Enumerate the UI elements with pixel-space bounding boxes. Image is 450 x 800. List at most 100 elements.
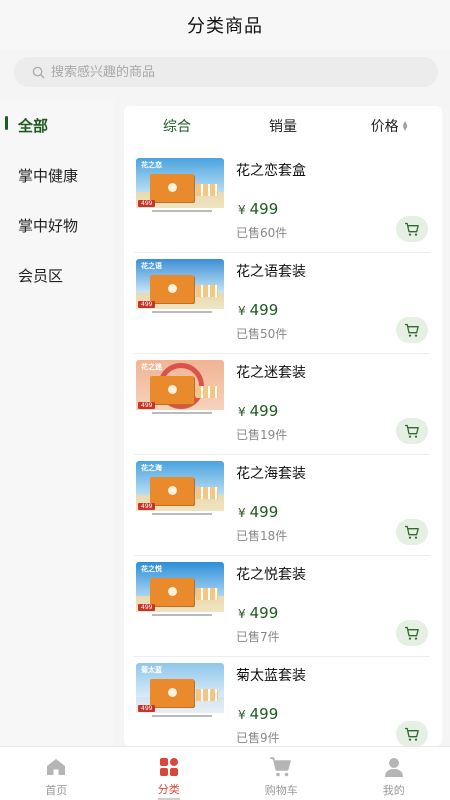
product-price: ¥499 bbox=[238, 301, 278, 319]
currency-symbol: ¥ bbox=[238, 708, 246, 722]
product-name[interactable]: 花之迷套装 bbox=[236, 362, 306, 382]
sidebar-item-label: 会员区 bbox=[18, 266, 64, 285]
product-price: ¥499 bbox=[238, 604, 278, 622]
product-image[interactable]: 花之迷 499 bbox=[136, 360, 224, 416]
thumb-brand: 花之海 bbox=[141, 464, 162, 472]
sold-count: 已售50件 bbox=[236, 327, 288, 341]
add-to-cart-button[interactable] bbox=[396, 418, 428, 444]
sold-count: 已售18件 bbox=[236, 529, 288, 543]
sidebar-item-goods[interactable]: 掌中好物 bbox=[0, 200, 114, 250]
product-price: ¥499 bbox=[238, 705, 278, 723]
thumb-brand: 花之恋 bbox=[141, 161, 162, 169]
product-name[interactable]: 花之悦套装 bbox=[236, 564, 306, 584]
tab-profile[interactable]: 我的 bbox=[338, 747, 450, 800]
sort-tab-overall[interactable]: 综合 bbox=[124, 116, 230, 136]
cart-icon bbox=[405, 626, 419, 640]
cart-icon bbox=[405, 323, 419, 337]
sort-tab-price[interactable]: 价格 ▲ ▼ bbox=[336, 116, 442, 136]
cart-icon bbox=[270, 757, 292, 777]
price-value: 499 bbox=[249, 402, 279, 420]
sort-tab-label: 价格 bbox=[370, 119, 399, 135]
sidebar-item-label: 全部 bbox=[18, 116, 49, 135]
tab-label: 首页 bbox=[45, 784, 68, 797]
cart-icon bbox=[405, 525, 419, 539]
sidebar-item-member[interactable]: 会员区 bbox=[0, 250, 114, 300]
cart-icon bbox=[405, 424, 419, 438]
product-item[interactable]: 花之恋 499 花之恋套盒 ¥499 已售60件 bbox=[134, 152, 430, 253]
add-to-cart-button[interactable] bbox=[396, 317, 428, 343]
product-list: 花之恋 499 花之恋套盒 ¥499 已售60件 花之语 499 花之语套装 ¥… bbox=[124, 152, 442, 746]
sidebar-item-label: 掌中好物 bbox=[18, 216, 79, 235]
product-price: ¥499 bbox=[238, 402, 278, 420]
search-input[interactable] bbox=[51, 64, 411, 80]
thumb-brand: 花之语 bbox=[141, 262, 162, 270]
user-icon bbox=[384, 758, 403, 777]
product-image[interactable]: 花之恋 499 bbox=[136, 158, 224, 214]
sidebar-item-label: 掌中健康 bbox=[18, 166, 79, 185]
sort-arrows-icon: ▲ ▼ bbox=[402, 120, 408, 132]
price-value: 499 bbox=[249, 604, 279, 622]
currency-symbol: ¥ bbox=[238, 304, 246, 318]
sort-tab-label: 销量 bbox=[269, 119, 297, 135]
product-price: ¥499 bbox=[238, 503, 278, 521]
currency-symbol: ¥ bbox=[238, 607, 246, 621]
product-name[interactable]: 花之恋套盒 bbox=[236, 160, 306, 180]
product-image[interactable]: 花之语 499 bbox=[136, 259, 224, 315]
tab-category[interactable]: 分类 bbox=[113, 747, 226, 800]
category-sidebar: 全部 掌中健康 掌中好物 会员区 bbox=[0, 100, 114, 746]
product-name[interactable]: 菊太蓝套装 bbox=[236, 665, 306, 685]
product-name[interactable]: 花之海套装 bbox=[236, 463, 306, 483]
thumb-price-tag: 499 bbox=[138, 402, 156, 409]
sidebar-item-health[interactable]: 掌中健康 bbox=[0, 150, 114, 200]
product-item[interactable]: 花之海 499 花之海套装 ¥499 已售18件 bbox=[134, 455, 430, 556]
tab-label: 我的 bbox=[382, 784, 405, 797]
tab-label: 分类 bbox=[157, 781, 180, 800]
tab-home[interactable]: 首页 bbox=[0, 747, 113, 800]
product-image[interactable]: 花之海 499 bbox=[136, 461, 224, 517]
tab-label: 购物车 bbox=[264, 784, 298, 797]
sort-tab-label: 综合 bbox=[163, 119, 191, 135]
search-bar[interactable] bbox=[14, 57, 438, 87]
thumb-price-tag: 499 bbox=[138, 301, 156, 308]
price-value: 499 bbox=[249, 705, 279, 723]
sort-bar: 综合 销量 价格 ▲ ▼ bbox=[124, 106, 442, 146]
currency-symbol: ¥ bbox=[238, 203, 246, 217]
cart-icon bbox=[405, 222, 419, 236]
search-icon bbox=[32, 66, 45, 78]
sold-count: 已售7件 bbox=[236, 630, 280, 644]
sold-count: 已售9件 bbox=[236, 731, 280, 745]
header-bar: 分类商品 bbox=[0, 0, 450, 50]
product-item[interactable]: 花之迷 499 花之迷套装 ¥499 已售19件 bbox=[134, 354, 430, 455]
thumb-price-tag: 499 bbox=[138, 604, 156, 611]
thumb-brand: 菊太蓝 bbox=[141, 666, 162, 674]
product-item[interactable]: 花之悦 499 花之悦套装 ¥499 已售7件 bbox=[134, 556, 430, 657]
sort-tab-sales[interactable]: 销量 bbox=[230, 116, 336, 136]
add-to-cart-button[interactable] bbox=[396, 216, 428, 242]
add-to-cart-button[interactable] bbox=[396, 620, 428, 646]
product-panel: 综合 销量 价格 ▲ ▼ 花之恋 499 花之恋套盒 ¥499 已售60件 花之… bbox=[124, 106, 442, 746]
thumb-price-tag: 499 bbox=[138, 503, 156, 510]
product-image[interactable]: 花之悦 499 bbox=[136, 562, 224, 618]
product-item[interactable]: 菊太蓝 499 菊太蓝套装 ¥499 已售9件 bbox=[134, 657, 430, 746]
home-icon bbox=[47, 759, 66, 775]
add-to-cart-button[interactable] bbox=[396, 519, 428, 545]
thumb-price-tag: 499 bbox=[138, 200, 156, 207]
price-value: 499 bbox=[249, 503, 279, 521]
tab-cart[interactable]: 购物车 bbox=[225, 747, 338, 800]
price-value: 499 bbox=[249, 301, 279, 319]
thumb-brand: 花之迷 bbox=[141, 363, 162, 371]
sold-count: 已售60件 bbox=[236, 226, 288, 240]
page-title: 分类商品 bbox=[187, 16, 263, 37]
product-image[interactable]: 菊太蓝 499 bbox=[136, 663, 224, 719]
price-value: 499 bbox=[249, 200, 279, 218]
thumb-brand: 花之悦 bbox=[141, 565, 162, 573]
bottom-tab-bar: 首页 分类 购物车 我的 bbox=[0, 746, 450, 800]
category-icon bbox=[159, 757, 178, 776]
product-price: ¥499 bbox=[238, 200, 278, 218]
add-to-cart-button[interactable] bbox=[396, 721, 428, 746]
product-item[interactable]: 花之语 499 花之语套装 ¥499 已售50件 bbox=[134, 253, 430, 354]
product-name[interactable]: 花之语套装 bbox=[236, 261, 306, 281]
thumb-price-tag: 499 bbox=[138, 705, 156, 712]
sold-count: 已售19件 bbox=[236, 428, 288, 442]
sidebar-item-all[interactable]: 全部 bbox=[0, 100, 114, 150]
